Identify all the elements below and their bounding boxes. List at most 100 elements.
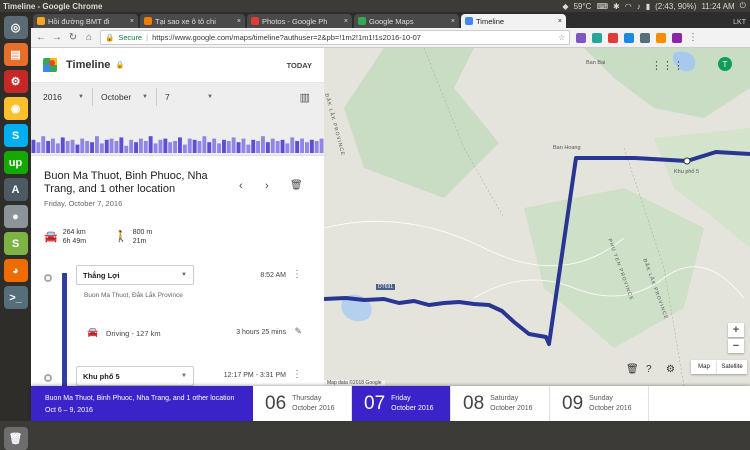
month-dropdown[interactable]: October ▼: [93, 88, 157, 106]
chart-icon[interactable]: ▥: [300, 91, 310, 104]
histogram-bar[interactable]: [217, 143, 221, 153]
chrome-icon[interactable]: ◉: [3, 97, 28, 120]
histogram-bar[interactable]: [192, 139, 197, 153]
place-dropdown[interactable]: Khu phố 5 ▼: [76, 366, 194, 386]
settings-gear-icon[interactable]: ⚙: [666, 364, 675, 375]
extension-icon[interactable]: [624, 32, 634, 43]
histogram-bar[interactable]: [95, 136, 99, 153]
histogram-bar[interactable]: [46, 141, 51, 153]
dropbox-icon[interactable]: ◆: [562, 2, 568, 11]
histogram-bar[interactable]: [226, 141, 231, 153]
help-icon[interactable]: ?: [646, 364, 652, 375]
driving-segment[interactable]: Driving - 127 km: [106, 329, 161, 338]
menu-icon[interactable]: ⋮: [688, 32, 698, 43]
histogram-bar[interactable]: [280, 139, 285, 153]
disk-icon[interactable]: ●: [3, 205, 28, 228]
histogram-bar[interactable]: [319, 138, 324, 153]
histogram-bar[interactable]: [158, 139, 163, 153]
close-icon[interactable]: ×: [130, 18, 134, 25]
zoom-in-button[interactable]: +: [728, 323, 744, 337]
extension-icon[interactable]: [672, 32, 682, 43]
activity-histogram[interactable]: [31, 111, 324, 156]
place-dropdown[interactable]: Thắng Lợi ▼: [76, 265, 194, 285]
extension-icon[interactable]: [640, 32, 650, 43]
histogram-bar[interactable]: [300, 138, 304, 153]
map-view[interactable]: Ban Bai Ban Hoang Khu phố 5 DT691 ĐẮK LẮ…: [324, 48, 750, 386]
keyboard-icon[interactable]: ⌨: [596, 2, 608, 11]
histogram-bar[interactable]: [124, 145, 129, 153]
histogram-bar[interactable]: [70, 139, 75, 153]
browser-tab[interactable]: Hồi đường BMT đi ×: [33, 14, 138, 28]
browser-tab[interactable]: Tại sao xe ô tô chi ×: [140, 14, 245, 28]
histogram-bar[interactable]: [305, 142, 309, 153]
histogram-bar[interactable]: [153, 143, 158, 153]
next-day-icon[interactable]: ›: [265, 180, 269, 192]
histogram-bar[interactable]: [251, 139, 256, 153]
histogram-bar[interactable]: [212, 138, 217, 153]
close-icon[interactable]: ×: [237, 18, 241, 25]
more-options-icon[interactable]: ⋮: [292, 269, 302, 280]
zoom-out-button[interactable]: −: [728, 339, 744, 353]
extension-icon[interactable]: [608, 32, 618, 43]
visit-checkbox[interactable]: [44, 274, 52, 282]
profile-badge[interactable]: LKT: [733, 19, 750, 28]
day-card[interactable]: 06 Thursday October 2016: [253, 386, 352, 421]
histogram-bar[interactable]: [182, 144, 187, 153]
histogram-bar[interactable]: [85, 141, 90, 153]
day-dropdown[interactable]: 7 ▼: [157, 88, 221, 106]
histogram-bar[interactable]: [290, 137, 295, 153]
histogram-bar[interactable]: [270, 138, 275, 153]
histogram-bar[interactable]: [236, 142, 241, 153]
previous-day-icon[interactable]: ‹: [239, 180, 243, 192]
histogram-bar[interactable]: [36, 142, 41, 153]
histogram-bar[interactable]: [246, 144, 251, 153]
dash-icon[interactable]: ◎: [3, 16, 28, 39]
histogram-bar[interactable]: [31, 139, 36, 153]
histogram-bar[interactable]: [265, 142, 270, 153]
lock-icon[interactable]: 🔒: [105, 33, 114, 42]
histogram-bar[interactable]: [109, 138, 114, 153]
back-icon[interactable]: ←: [36, 32, 46, 43]
software-updater-icon[interactable]: A: [3, 178, 28, 201]
histogram-bar[interactable]: [55, 143, 60, 153]
histogram-bar[interactable]: [143, 141, 148, 153]
histogram-bar[interactable]: [314, 141, 319, 153]
year-dropdown[interactable]: 2016 ▼: [43, 88, 93, 106]
histogram-bar[interactable]: [129, 139, 134, 153]
histogram-bar[interactable]: [80, 138, 85, 153]
histogram-bar[interactable]: [134, 142, 138, 153]
browser-tab[interactable]: Photos - Google Ph ×: [247, 14, 352, 28]
power-icon[interactable]: ⏻: [740, 1, 746, 11]
trash-icon[interactable]: 🗑: [626, 364, 639, 375]
histogram-bar[interactable]: [295, 141, 300, 153]
histogram-bar[interactable]: [60, 137, 65, 153]
today-button[interactable]: TODAY: [287, 61, 312, 70]
histogram-bar[interactable]: [99, 143, 104, 153]
extension-icon[interactable]: [576, 32, 586, 43]
wifi-icon[interactable]: ◠: [625, 2, 632, 11]
bluetooth-icon[interactable]: ✱: [613, 2, 620, 11]
close-icon[interactable]: ×: [451, 18, 455, 25]
volume-icon[interactable]: ♪: [637, 2, 641, 11]
terminal-icon[interactable]: >_: [3, 286, 28, 309]
histogram-bar[interactable]: [51, 138, 55, 153]
histogram-bar[interactable]: [202, 136, 207, 153]
apps-grid-icon[interactable]: ⋮⋮⋮: [651, 59, 684, 72]
trip-range-card[interactable]: Buon Ma Thuot, Binh Phuoc, Nha Trang, an…: [31, 386, 253, 421]
home-icon[interactable]: ⌂: [84, 32, 94, 43]
histogram-bar[interactable]: [104, 139, 109, 153]
delete-icon[interactable]: 🗑: [290, 180, 303, 191]
clock[interactable]: 11:24 AM: [701, 2, 734, 11]
upwork-icon[interactable]: up: [3, 151, 28, 174]
histogram-bar[interactable]: [119, 137, 124, 153]
skype-icon[interactable]: S: [3, 124, 28, 147]
histogram-bar[interactable]: [309, 139, 314, 153]
histogram-bar[interactable]: [114, 141, 119, 153]
close-icon[interactable]: ×: [344, 18, 348, 25]
files-icon[interactable]: ▤: [3, 43, 28, 66]
histogram-bar[interactable]: [261, 136, 265, 153]
histogram-bar[interactable]: [90, 142, 94, 153]
histogram-bar[interactable]: [178, 137, 182, 153]
close-icon[interactable]: ×: [558, 18, 562, 25]
histogram-bar[interactable]: [168, 142, 173, 153]
